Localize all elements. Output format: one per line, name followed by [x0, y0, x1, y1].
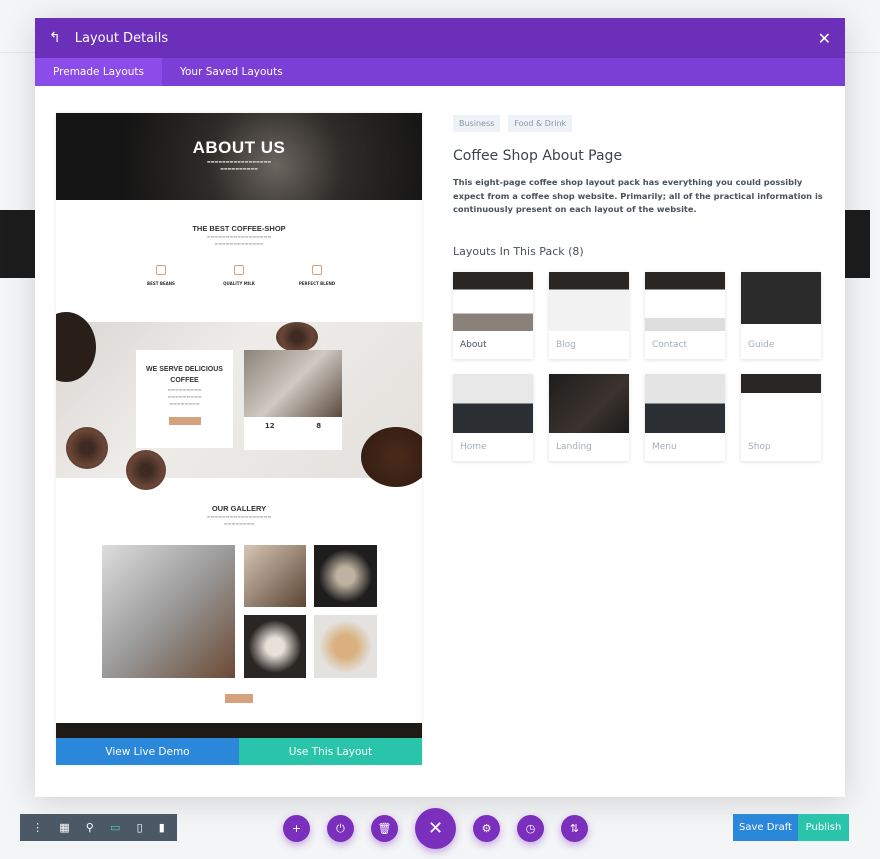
- layout-thumbnail: [645, 373, 725, 433]
- section-title: THE BEST COFFEE-SHOP: [192, 224, 286, 233]
- view-live-demo-button[interactable]: View Live Demo: [56, 738, 239, 765]
- section-text: ▬▬▬▬▬▬▬▬▬▬▬▬▬▬▬▬▬ ▬▬▬▬▬▬▬▬▬▬▬▬▬: [206, 234, 272, 246]
- power-icon[interactable]: ⏻: [327, 815, 354, 842]
- layout-info: Business Food & Drink Coffee Shop About …: [453, 115, 833, 461]
- close-builder-icon[interactable]: ✕: [415, 808, 456, 849]
- layout-thumbnail: [741, 373, 821, 433]
- layout-preview: ABOUT US ▬▬▬▬▬▬▬▬▬▬▬▬▬▬▬▬▬ ▬▬▬▬▬▬▬▬▬▬ THE…: [56, 113, 422, 765]
- cup-icon: [156, 265, 166, 275]
- tab-premade-layouts[interactable]: Premade Layouts: [35, 58, 162, 86]
- publish-button[interactable]: Publish: [798, 814, 849, 841]
- serve-title: WE SERVE DELICIOUS COFFEE: [146, 366, 223, 384]
- layout-thumbnail: [453, 373, 533, 433]
- stat-value: 8: [316, 422, 322, 430]
- layout-details-modal: ↰ Layout Details ✕ Premade Layouts Your …: [35, 18, 845, 797]
- layout-thumbnail: [453, 271, 533, 331]
- undo-arrow-icon[interactable]: ↰: [49, 30, 61, 46]
- phone-icon[interactable]: ▮: [159, 821, 165, 834]
- layout-card-about[interactable]: About: [453, 271, 533, 359]
- tab-bar: Premade Layouts Your Saved Layouts: [35, 58, 845, 86]
- beans-image: [361, 427, 422, 487]
- layout-label: Landing: [556, 441, 592, 452]
- french-press-image: [244, 350, 342, 417]
- preview-footer: [56, 723, 422, 738]
- preview-hero: ABOUT US ▬▬▬▬▬▬▬▬▬▬▬▬▬▬▬▬▬ ▬▬▬▬▬▬▬▬▬▬: [56, 113, 422, 200]
- gallery-image: [243, 615, 306, 678]
- use-this-layout-button[interactable]: Use This Layout: [239, 738, 422, 765]
- background-section-left: [0, 210, 35, 278]
- gallery-image: [243, 545, 306, 607]
- blend-icon: [312, 265, 322, 275]
- preview-best-section: THE BEST COFFEE-SHOP ▬▬▬▬▬▬▬▬▬▬▬▬▬▬▬▬▬ ▬▬…: [56, 200, 422, 322]
- category-tag[interactable]: Food & Drink: [508, 115, 573, 132]
- preview-serve-section: WE SERVE DELICIOUS COFFEE ▬▬▬▬▬▬▬▬▬ ▬▬▬▬▬…: [56, 312, 422, 490]
- background-section-right: [845, 210, 870, 278]
- gallery-image: [101, 545, 235, 678]
- view-mode-toolbar: ⋮ ▦ ⚲ ▭ ▯ ▮: [20, 814, 177, 841]
- preview-gallery-section: OUR GALLERY ▬▬▬▬▬▬▬▬▬▬▬▬▬▬▬▬▬ ▬▬▬▬▬▬▬▬: [56, 478, 422, 723]
- gallery-image: [313, 545, 377, 607]
- layout-grid: About Blog Contact Guide Home Landing Me…: [453, 271, 833, 461]
- settings-icon[interactable]: ⚙: [473, 815, 500, 842]
- pastry-image: [276, 322, 318, 352]
- sort-icon[interactable]: ⇅: [561, 815, 588, 842]
- feature: PERFECT BLEND: [292, 265, 342, 286]
- feature: QUALITY MILK: [214, 265, 264, 286]
- pastry-image: [66, 427, 108, 469]
- more-options-icon[interactable]: ⋮: [32, 821, 43, 834]
- zoom-icon[interactable]: ⚲: [86, 821, 94, 834]
- trash-icon[interactable]: 🗑: [371, 815, 398, 842]
- hero-title: ABOUT US: [192, 138, 286, 157]
- modal-title: Layout Details: [74, 30, 169, 46]
- layout-card-menu[interactable]: Menu: [645, 373, 725, 461]
- coffee-image: [56, 312, 96, 382]
- layout-label: Guide: [748, 339, 775, 350]
- history-icon[interactable]: ◷: [517, 815, 544, 842]
- tablet-icon[interactable]: ▯: [137, 821, 143, 834]
- desktop-icon[interactable]: ▭: [110, 821, 120, 834]
- tab-saved-layouts[interactable]: Your Saved Layouts: [162, 58, 301, 86]
- layout-label: About: [460, 339, 487, 350]
- stats-card: 12 8: [244, 350, 342, 450]
- category-tag[interactable]: Business: [453, 115, 501, 132]
- feature: BEST BEANS: [136, 265, 186, 286]
- gallery-title: OUR GALLERY: [211, 504, 267, 513]
- layout-thumbnail: [741, 271, 821, 331]
- layout-thumbnail: [549, 373, 629, 433]
- layout-label: Menu: [652, 441, 677, 452]
- gallery-text: ▬▬▬▬▬▬▬▬▬▬▬▬▬▬▬▬▬ ▬▬▬▬▬▬▬▬: [206, 514, 272, 526]
- layout-label: Home: [460, 441, 487, 452]
- layout-card-home[interactable]: Home: [453, 373, 533, 461]
- close-icon[interactable]: ✕: [818, 29, 831, 48]
- layout-card-landing[interactable]: Landing: [549, 373, 629, 461]
- layout-card-shop[interactable]: Shop: [741, 373, 821, 461]
- layout-card-blog[interactable]: Blog: [549, 271, 629, 359]
- pack-heading: Layouts In This Pack (8): [453, 244, 584, 258]
- feature-title: QUALITY MILK: [223, 281, 255, 286]
- stat-value: 12: [264, 422, 275, 430]
- read-more-button: [168, 417, 201, 425]
- pastry-image: [126, 450, 166, 490]
- layout-label: Shop: [748, 441, 771, 452]
- feature-title: BEST BEANS: [147, 281, 175, 286]
- layout-label: Blog: [556, 339, 576, 350]
- layout-thumbnail: [549, 271, 629, 331]
- feature-title: PERFECT BLEND: [298, 281, 336, 286]
- gallery-image: [313, 615, 377, 678]
- add-icon[interactable]: +: [283, 815, 310, 842]
- serve-card: WE SERVE DELICIOUS COFFEE ▬▬▬▬▬▬▬▬▬ ▬▬▬▬▬…: [136, 350, 233, 448]
- view-more-button: [225, 694, 253, 703]
- wireframe-icon[interactable]: ▦: [59, 821, 69, 834]
- milk-icon: [234, 265, 244, 275]
- modal-header: ↰ Layout Details ✕: [35, 18, 845, 58]
- layout-thumbnail: [645, 271, 725, 331]
- layout-title: Coffee Shop About Page: [453, 148, 623, 164]
- hero-text: ▬▬▬▬▬▬▬▬▬▬▬▬▬▬▬▬▬ ▬▬▬▬▬▬▬▬▬▬: [206, 159, 272, 171]
- layout-card-contact[interactable]: Contact: [645, 271, 725, 359]
- save-draft-button[interactable]: Save Draft: [733, 814, 798, 841]
- serve-text: ▬▬▬▬▬▬▬▬▬ ▬▬▬▬▬▬▬▬▬ ▬▬▬▬▬▬▬▬: [167, 387, 202, 406]
- layout-description: This eight-page coffee shop layout pack …: [453, 177, 823, 214]
- layout-card-guide[interactable]: Guide: [741, 271, 821, 359]
- layout-label: Contact: [652, 339, 688, 350]
